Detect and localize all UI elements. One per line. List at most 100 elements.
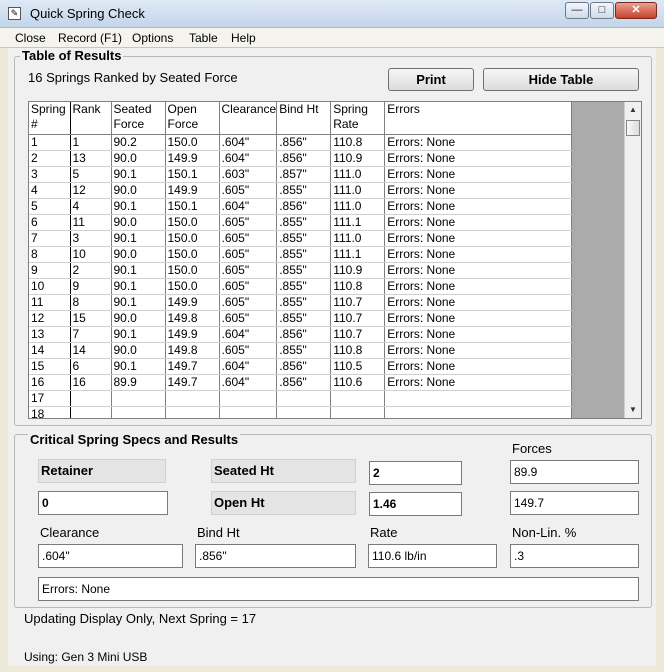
- table-cell[interactable]: .605": [219, 310, 278, 327]
- table-cell[interactable]: 149.9: [165, 150, 220, 167]
- table-cell[interactable]: [276, 406, 332, 418]
- table-row[interactable]: 13 7 90.1 149.9.604" .856" 110.7 Errors: None: [29, 326, 573, 343]
- table-cell[interactable]: 90.1: [111, 166, 166, 183]
- column-header[interactable]: Open Force: [165, 102, 220, 135]
- table-cell[interactable]: Errors: None: [384, 374, 573, 391]
- table-cell[interactable]: 149.7: [165, 358, 220, 375]
- scroll-thumb[interactable]: [626, 120, 640, 136]
- table-cell[interactable]: 8: [70, 294, 112, 311]
- column-header[interactable]: Clearance: [219, 102, 278, 135]
- table-cell[interactable]: 149.7: [165, 374, 220, 391]
- row-header-cell[interactable]: 14: [29, 342, 71, 359]
- row-header-cell[interactable]: 17: [29, 390, 71, 407]
- table-cell[interactable]: .856": [276, 326, 332, 343]
- table-cell[interactable]: 110.6: [330, 374, 386, 391]
- minimize-button[interactable]: —: [565, 2, 589, 19]
- table-row[interactable]: 14 14 90.0 149.8.605" .855" 110.8 Errors: None: [29, 342, 573, 359]
- table-cell[interactable]: 110.8: [330, 278, 386, 295]
- table-cell[interactable]: 110.7: [330, 326, 386, 343]
- row-header-cell[interactable]: 2: [29, 150, 71, 167]
- table-cell[interactable]: 149.8: [165, 342, 220, 359]
- table-cell[interactable]: 4: [70, 198, 112, 215]
- menu-record[interactable]: Record (F1): [58, 31, 122, 45]
- table-cell[interactable]: 90.0: [111, 150, 166, 167]
- table-cell[interactable]: 150.0: [165, 278, 220, 295]
- table-cell[interactable]: 90.0: [111, 214, 166, 231]
- table-cell[interactable]: 150.0: [165, 230, 220, 247]
- nonlin-field[interactable]: .3: [510, 544, 639, 568]
- row-header-cell[interactable]: 4: [29, 182, 71, 199]
- table-row[interactable]: 17: [29, 390, 573, 407]
- table-cell[interactable]: 90.0: [111, 182, 166, 199]
- table-cell[interactable]: [70, 390, 112, 407]
- menu-options[interactable]: Options: [132, 31, 173, 45]
- table-cell[interactable]: [165, 390, 220, 407]
- table-cell[interactable]: [219, 406, 278, 418]
- table-row[interactable]: 15 6 90.1 149.7.604" .856" 110.5 Errors: None: [29, 358, 573, 375]
- column-header[interactable]: Rank: [70, 102, 112, 135]
- table-cell[interactable]: Errors: None: [384, 150, 573, 167]
- table-row[interactable]: 16 16 89.9 149.7.604" .856" 110.6 Errors: None: [29, 374, 573, 391]
- table-cell[interactable]: 7: [70, 326, 112, 343]
- table-row[interactable]: 6 11 90.0 150.0.605" .855" 111.1 Errors: None: [29, 214, 573, 231]
- table-cell[interactable]: 5: [70, 166, 112, 183]
- table-cell[interactable]: .604": [219, 326, 278, 343]
- table-cell[interactable]: 150.0: [165, 262, 220, 279]
- menu-help[interactable]: Help: [231, 31, 256, 45]
- row-header-cell[interactable]: 18: [29, 406, 71, 418]
- scroll-down-arrow-icon[interactable]: ▼: [625, 402, 641, 418]
- table-cell[interactable]: Errors: None: [384, 342, 573, 359]
- table-row[interactable]: 1 1 90.2 150.0.604" .856" 110.8 Errors: None: [29, 134, 573, 151]
- force-seated-field[interactable]: 89.9: [510, 460, 639, 484]
- table-cell[interactable]: [276, 390, 332, 407]
- column-header[interactable]: Bind Ht: [276, 102, 332, 135]
- table-cell[interactable]: [165, 406, 220, 418]
- table-cell[interactable]: 15: [70, 310, 112, 327]
- results-scrollbar[interactable]: ▲ ▼: [624, 102, 641, 418]
- table-row[interactable]: 9 2 90.1 150.0.605" .855" 110.9 Errors: None: [29, 262, 573, 279]
- table-cell[interactable]: Errors: None: [384, 310, 573, 327]
- table-cell[interactable]: Errors: None: [384, 246, 573, 263]
- table-cell[interactable]: .604": [219, 150, 278, 167]
- table-cell[interactable]: .857": [276, 166, 332, 183]
- table-cell[interactable]: 90.0: [111, 310, 166, 327]
- table-cell[interactable]: 14: [70, 342, 112, 359]
- table-cell[interactable]: 111.0: [330, 230, 386, 247]
- retainer-field[interactable]: 0: [38, 491, 168, 515]
- row-header-cell[interactable]: 10: [29, 278, 71, 295]
- row-header-cell[interactable]: 6: [29, 214, 71, 231]
- table-cell[interactable]: 3: [70, 230, 112, 247]
- rate-field[interactable]: 110.6 lb/in: [368, 544, 497, 568]
- column-header[interactable]: Seated Force: [111, 102, 166, 135]
- table-cell[interactable]: .605": [219, 230, 278, 247]
- row-header-cell[interactable]: 12: [29, 310, 71, 327]
- table-cell[interactable]: Errors: None: [384, 294, 573, 311]
- table-cell[interactable]: 149.9: [165, 326, 220, 343]
- table-cell[interactable]: 90.1: [111, 262, 166, 279]
- table-cell[interactable]: .855": [276, 246, 332, 263]
- table-cell[interactable]: 11: [70, 214, 112, 231]
- close-window-button[interactable]: ✕: [615, 2, 657, 19]
- table-cell[interactable]: 90.0: [111, 342, 166, 359]
- force-open-field[interactable]: 149.7: [510, 491, 639, 515]
- row-header-cell[interactable]: 9: [29, 262, 71, 279]
- table-row[interactable]: 4 12 90.0 149.9.605" .855" 111.0 Errors: None: [29, 182, 573, 199]
- table-cell[interactable]: 111.0: [330, 182, 386, 199]
- row-header-cell[interactable]: 7: [29, 230, 71, 247]
- table-row[interactable]: 3 5 90.1 150.1.603" .857" 111.0 Errors: None: [29, 166, 573, 183]
- table-cell[interactable]: 1: [70, 134, 112, 151]
- table-cell[interactable]: 110.5: [330, 358, 386, 375]
- results-grid[interactable]: Spring # Rank Seated Force Open Force Cleara…: [28, 101, 642, 419]
- table-cell[interactable]: .604": [219, 198, 278, 215]
- table-cell[interactable]: [219, 390, 278, 407]
- table-cell[interactable]: .855": [276, 278, 332, 295]
- table-cell[interactable]: [111, 390, 166, 407]
- table-cell[interactable]: 111.1: [330, 214, 386, 231]
- table-cell[interactable]: 90.1: [111, 358, 166, 375]
- table-cell[interactable]: 9: [70, 278, 112, 295]
- table-cell[interactable]: 90.0: [111, 246, 166, 263]
- table-cell[interactable]: 110.8: [330, 134, 386, 151]
- table-cell[interactable]: 110.9: [330, 262, 386, 279]
- table-cell[interactable]: 90.1: [111, 294, 166, 311]
- table-cell[interactable]: .855": [276, 310, 332, 327]
